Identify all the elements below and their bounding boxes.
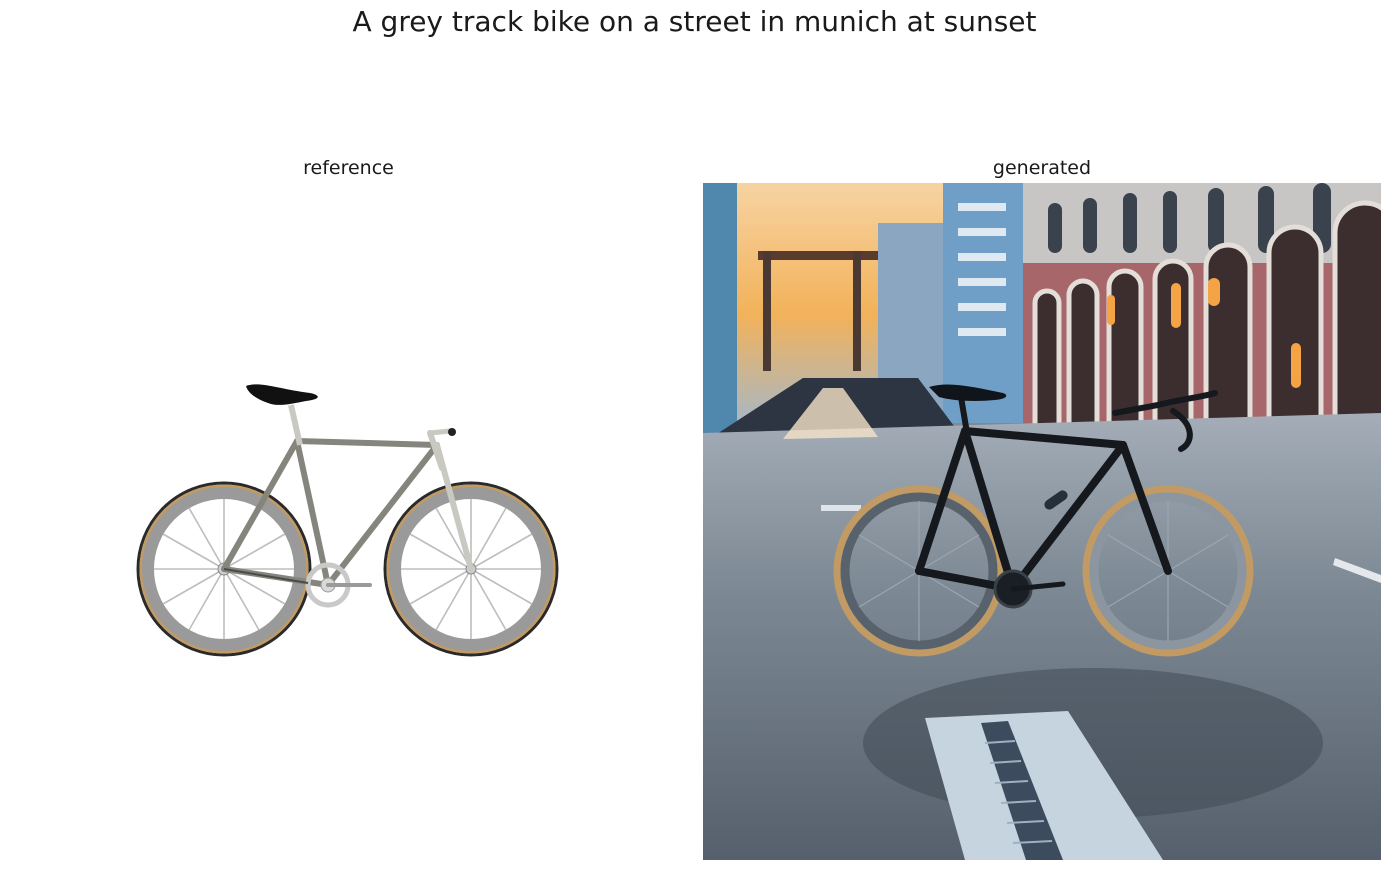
generated-street-scene — [703, 183, 1381, 860]
reference-image — [10, 183, 688, 860]
bar-end — [448, 428, 456, 436]
figure-title: A grey track bike on a street in munich … — [352, 5, 1037, 38]
generated-panel-title: generated — [992, 157, 1092, 179]
generated-image — [703, 183, 1381, 860]
reference-bike-illustration — [136, 384, 559, 657]
stem — [427, 428, 453, 436]
saddle — [246, 384, 318, 405]
reference-panel-title: reference — [303, 157, 394, 179]
left-building — [703, 183, 737, 443]
